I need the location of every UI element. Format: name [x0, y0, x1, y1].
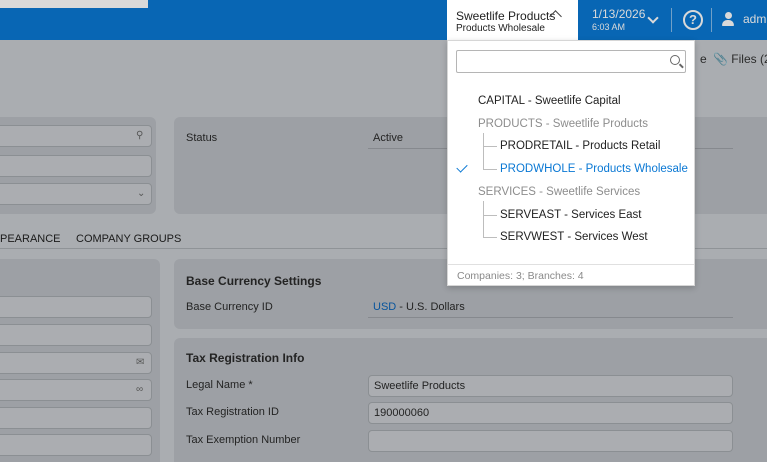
- tax-exemption-label: Tax Exemption Number: [186, 434, 301, 446]
- base-currency-link[interactable]: USD: [373, 301, 396, 313]
- branch-search-input[interactable]: [456, 50, 686, 73]
- dropdown-item-capital[interactable]: CAPITAL - Sweetlife Capital: [478, 95, 621, 107]
- base-currency-value: USD - U.S. Dollars: [373, 301, 465, 313]
- legal-name-field[interactable]: Sweetlife Products: [368, 375, 733, 397]
- company-branch-dropdown: CAPITAL - Sweetlife Capital PRODUCTS - S…: [447, 40, 695, 286]
- status-label: Status: [186, 132, 218, 144]
- tab-appearance[interactable]: PEARANCE: [0, 233, 61, 245]
- business-date: 1/13/2026: [592, 7, 646, 21]
- branch-name: Products Wholesale: [456, 23, 545, 34]
- currency-underline: [368, 317, 733, 318]
- legal-name-value: Sweetlife Products: [374, 380, 466, 392]
- form-field-2[interactable]: [0, 324, 152, 346]
- help-icon[interactable]: ?: [683, 10, 703, 30]
- business-time: 6:03 AM: [592, 22, 626, 32]
- business-date-selector[interactable]: 1/13/2026 6:03 AM: [579, 0, 671, 40]
- tab-company-groups[interactable]: COMPANY GROUPS: [76, 233, 181, 245]
- search-icon: [670, 55, 680, 65]
- tax-registration-id-field[interactable]: 190000060: [368, 402, 733, 424]
- user-name: adm: [743, 12, 767, 26]
- top-bar: 1/13/2026 6:03 AM ? adm: [0, 0, 767, 40]
- dropdown-item-prodretail[interactable]: PRODRETAIL - Products Retail: [500, 140, 660, 152]
- dropdown-group-products[interactable]: PRODUCTS - Sweetlife Products: [478, 118, 648, 130]
- dropdown-item-prodwhole[interactable]: PRODWHOLE - Products Wholesale: [500, 163, 688, 175]
- company-name-field[interactable]: [0, 155, 152, 177]
- base-currency-heading: Base Currency Settings: [186, 274, 322, 288]
- company-id-selector[interactable]: ⚲: [0, 125, 152, 147]
- website-field[interactable]: ∞: [0, 379, 152, 401]
- form-field-1[interactable]: [0, 296, 152, 318]
- files-button[interactable]: 📎 Files (2: [713, 52, 767, 66]
- form-field-6[interactable]: [0, 434, 152, 456]
- link-icon: ∞: [136, 384, 144, 395]
- status-value[interactable]: Active: [373, 132, 403, 144]
- legal-name-text: Legal Name: [186, 379, 246, 391]
- tree-line: [483, 215, 497, 216]
- tree-line: [483, 237, 497, 238]
- tax-registration-id-value: 190000060: [374, 407, 430, 419]
- mail-icon: ✉: [136, 357, 145, 368]
- divider: [671, 8, 672, 32]
- base-currency-label: Base Currency ID: [186, 301, 273, 313]
- chevron-down-icon: ⌄: [137, 188, 146, 199]
- tree-line: [483, 201, 484, 237]
- form-field-5[interactable]: [0, 407, 152, 429]
- tree-line: [483, 146, 497, 147]
- chevron-down-icon: [647, 12, 659, 24]
- files-label: Files (2: [731, 52, 767, 66]
- dropdown-item-servwest[interactable]: SERVWEST - Services West: [500, 231, 648, 243]
- email-field[interactable]: ✉: [0, 352, 152, 374]
- divider: [711, 8, 712, 32]
- company-type-select[interactable]: ⌄: [0, 183, 152, 205]
- checkmark-icon: [456, 161, 468, 173]
- toolbar-partial-label[interactable]: e: [700, 52, 707, 66]
- dropdown-footer: Companies: 3; Branches: 4: [457, 270, 584, 282]
- tree-line: [483, 133, 484, 169]
- dropdown-item-serveast[interactable]: SERVEAST - Services East: [500, 209, 641, 221]
- dropdown-group-services[interactable]: SERVICES - Sweetlife Services: [478, 186, 640, 198]
- base-currency-desc: - U.S. Dollars: [396, 301, 465, 313]
- top-left-tab: [0, 0, 148, 8]
- search-icon: ⚲: [136, 130, 144, 141]
- company-name: Sweetlife Products: [456, 9, 556, 23]
- tax-registration-heading: Tax Registration Info: [186, 351, 305, 365]
- tree-line: [483, 169, 497, 170]
- user-icon: [721, 12, 735, 26]
- tax-registration-id-label: Tax Registration ID: [186, 406, 279, 418]
- dropdown-footer-divider: [448, 264, 694, 265]
- required-mark: *: [248, 379, 253, 391]
- company-branch-selector[interactable]: Sweetlife Products Products Wholesale: [447, 0, 578, 40]
- tax-exemption-field[interactable]: [368, 430, 733, 452]
- legal-name-label: Legal Name *: [186, 379, 253, 391]
